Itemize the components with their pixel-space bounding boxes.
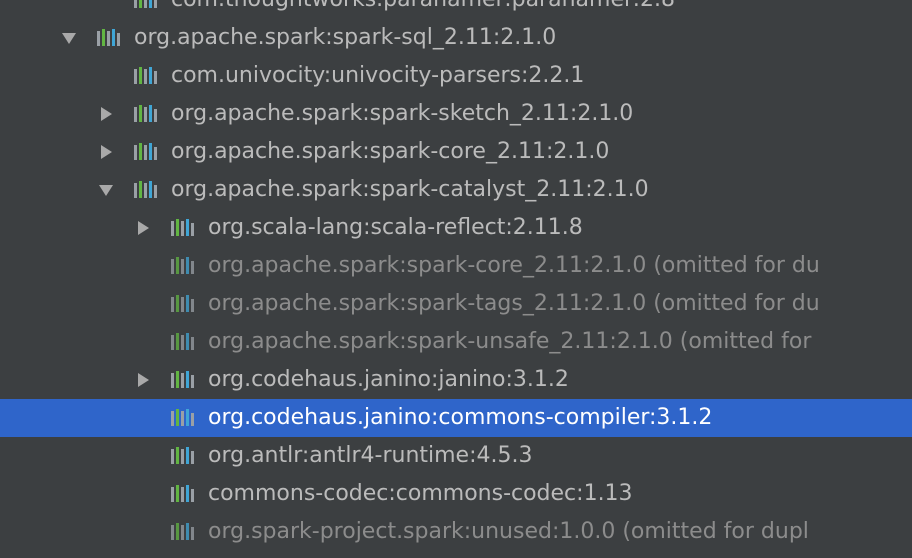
- expand-arrow-right-icon[interactable]: [97, 106, 115, 122]
- tree-row[interactable]: org.codehaus.janino:commons-compiler:3.1…: [0, 399, 912, 437]
- tree-row[interactable]: org.apache.spark:spark-unsafe_2.11:2.1.0…: [0, 323, 912, 361]
- tree-row-label: org.codehaus.janino:commons-compiler:3.1…: [208, 405, 713, 430]
- tree-row[interactable]: com.univocity:univocity-parsers:2.2.1: [0, 57, 912, 95]
- tree-row[interactable]: org.codehaus.janino:janino:3.1.2: [0, 361, 912, 399]
- tree-row-label: org.apache.spark:spark-sql_2.11:2.1.0: [134, 25, 557, 50]
- tree-row[interactable]: org.apache.spark:spark-core_2.11:2.1.0: [0, 133, 912, 171]
- tree-row[interactable]: org.apache.spark:spark-sketch_2.11:2.1.0: [0, 95, 912, 133]
- library-icon: [170, 332, 196, 352]
- library-icon: [170, 522, 196, 542]
- expand-arrow-right-icon[interactable]: [134, 372, 152, 388]
- library-icon: [133, 66, 159, 86]
- tree-row[interactable]: org.apache.spark:spark-core_2.11:2.1.0 (…: [0, 247, 912, 285]
- tree-row-label: org.apache.spark:spark-tags_2.11:2.1.0 (…: [208, 291, 820, 316]
- tree-row-label: commons-codec:commons-codec:1.13: [208, 481, 633, 506]
- tree-row-label: com.univocity:univocity-parsers:2.2.1: [171, 63, 585, 88]
- tree-row[interactable]: com.thoughtworks.paranamer:paranamer:2.8: [0, 0, 912, 19]
- tree-row[interactable]: org.scala-lang:scala-reflect:2.11.8: [0, 209, 912, 247]
- tree-row[interactable]: org.apache.spark:spark-sql_2.11:2.1.0: [0, 19, 912, 57]
- library-icon: [170, 370, 196, 390]
- library-icon: [133, 142, 159, 162]
- tree-row-label: org.scala-lang:scala-reflect:2.11.8: [208, 215, 583, 240]
- tree-row[interactable]: org.apache.spark:spark-catalyst_2.11:2.1…: [0, 171, 912, 209]
- library-icon: [170, 484, 196, 504]
- library-icon: [170, 294, 196, 314]
- library-icon: [170, 256, 196, 276]
- expand-arrow-down-icon[interactable]: [60, 30, 78, 46]
- tree-row-label: org.codehaus.janino:janino:3.1.2: [208, 367, 569, 392]
- tree-row-label: org.spark-project.spark:unused:1.0.0 (om…: [208, 519, 809, 544]
- tree-row-label: org.apache.spark:spark-unsafe_2.11:2.1.0…: [208, 329, 812, 354]
- tree-row-label: org.antlr:antlr4-runtime:4.5.3: [208, 443, 533, 468]
- tree-row[interactable]: commons-codec:commons-codec:1.13: [0, 475, 912, 513]
- library-icon: [170, 408, 196, 428]
- library-icon: [96, 28, 122, 48]
- tree-row[interactable]: org.spark-project.spark:unused:1.0.0 (om…: [0, 513, 912, 551]
- tree-row[interactable]: org.apache.spark:spark-tags_2.11:2.1.0 (…: [0, 285, 912, 323]
- library-icon: [133, 0, 159, 10]
- tree-row[interactable]: org.antlr:antlr4-runtime:4.5.3: [0, 437, 912, 475]
- tree-row-label: org.apache.spark:spark-catalyst_2.11:2.1…: [171, 177, 649, 202]
- expand-arrow-right-icon[interactable]: [134, 220, 152, 236]
- tree-row-label: com.thoughtworks.paranamer:paranamer:2.8: [171, 0, 675, 19]
- library-icon: [170, 446, 196, 466]
- expand-arrow-right-icon[interactable]: [97, 144, 115, 160]
- library-icon: [133, 104, 159, 124]
- tree-row-label: org.apache.spark:spark-core_2.11:2.1.0 (…: [208, 253, 820, 278]
- library-icon: [133, 180, 159, 200]
- tree-row-label: org.apache.spark:spark-core_2.11:2.1.0: [171, 139, 610, 164]
- library-icon: [170, 218, 196, 238]
- tree-row-label: org.apache.spark:spark-sketch_2.11:2.1.0: [171, 101, 634, 126]
- dependency-tree[interactable]: com.thoughtworks.paranamer:paranamer:2.8…: [0, 0, 912, 558]
- expand-arrow-down-icon[interactable]: [97, 182, 115, 198]
